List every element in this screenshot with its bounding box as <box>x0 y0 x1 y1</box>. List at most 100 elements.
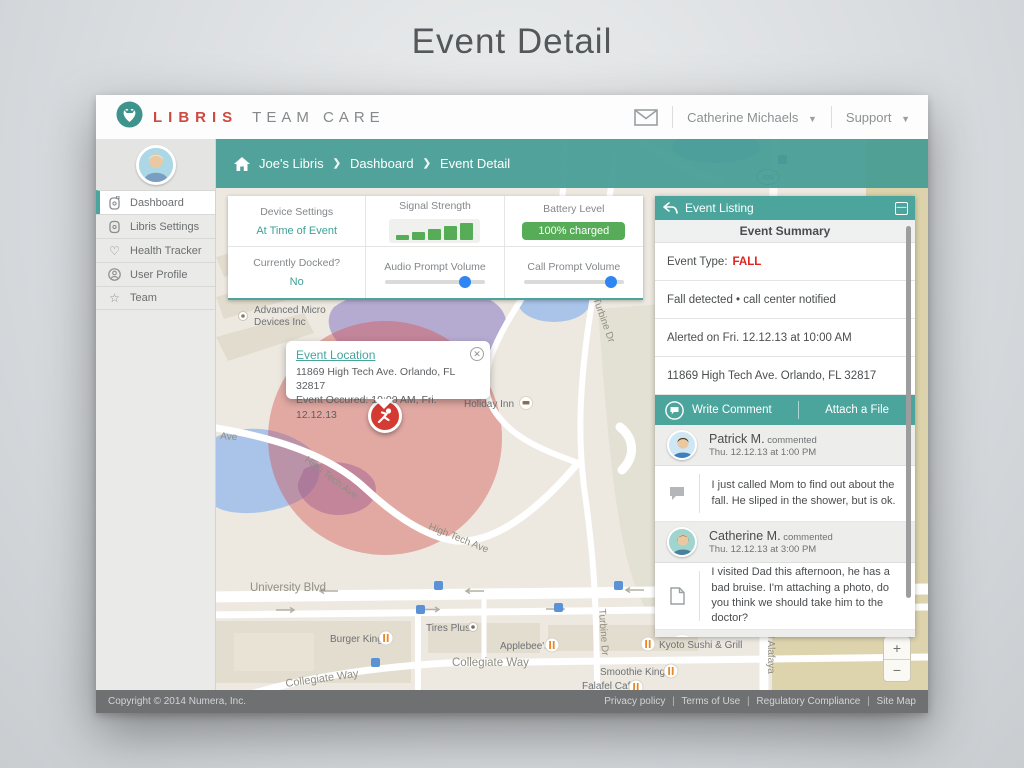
call-volume-slider[interactable] <box>523 276 624 288</box>
avatar[interactable] <box>667 527 697 557</box>
sidebar-item-label: User Profile <box>130 268 188 281</box>
support-menu[interactable]: Support ▼ <box>846 110 910 125</box>
user-avatar-block <box>96 139 215 190</box>
footer: Copyright © 2014 Numera, Inc. Privacy po… <box>96 690 928 713</box>
sidebar-item-dashboard[interactable]: Dashboard <box>96 190 215 214</box>
street-label: N Alafaya <box>765 631 776 674</box>
footer-link-terms[interactable]: Terms of Use <box>681 696 740 707</box>
app-logo[interactable]: LIBRIS TEAM CARE <box>116 101 385 133</box>
comment-time: Thu. 12.12.13 at 3:00 PM <box>709 544 817 555</box>
footer-links: Privacy policy | Terms of Use | Regulato… <box>604 696 916 707</box>
device-settings-value[interactable]: At Time of Event <box>256 225 337 237</box>
write-comment-label: Write Comment <box>692 404 772 416</box>
event-listing-panel: Event Listing — Event Summary Event Type… <box>655 196 915 637</box>
audio-volume-cell: Audio Prompt Volume <box>366 247 505 298</box>
battery-level-badge: 100% charged <box>522 221 626 240</box>
poi-label: Devices Inc <box>254 317 306 328</box>
event-address: 11869 High Tech Ave. Orlando, FL 32817 <box>296 366 455 393</box>
footer-link-privacy[interactable]: Privacy policy <box>604 696 665 707</box>
user-menu[interactable]: Catherine Michaels ▼ <box>687 110 817 125</box>
chevron-down-icon: ▼ <box>901 113 910 124</box>
brand-name: LIBRIS <box>153 108 239 126</box>
back-arrow-icon[interactable] <box>662 201 678 215</box>
device-settings-cell: Device Settings At Time of Event <box>228 196 367 247</box>
slider-knob[interactable] <box>604 276 617 288</box>
comment-bubble-icon <box>665 400 684 420</box>
event-type-value: FALL <box>732 255 762 268</box>
comment-meta: Catherine M. commented Thu. 12.12.13 at … <box>709 528 833 557</box>
breadcrumb-item-event-detail[interactable]: Event Detail <box>440 156 510 171</box>
divider <box>830 106 832 128</box>
signal-strength-bars <box>389 218 481 243</box>
comment-author[interactable]: Catherine M. <box>709 529 781 543</box>
event-summary-title: Event Summary <box>655 220 915 243</box>
footer-link-regulatory[interactable]: Regulatory Compliance <box>756 696 860 707</box>
comment-type-icon <box>655 486 699 502</box>
map-area: 434 Ave High Tech Ave High Tech Ave Univ… <box>216 139 928 690</box>
event-location-link[interactable]: Event Location <box>296 348 480 362</box>
sidebar-item-label: Health Tracker <box>130 244 202 257</box>
event-detail-row: Alerted on Fri. 12.12.13 at 10:00 AM <box>655 319 915 357</box>
breadcrumb-item-dashboard[interactable]: Dashboard <box>350 156 414 171</box>
audio-volume-label: Audio Prompt Volume <box>384 261 486 273</box>
copyright-text: Copyright © 2014 Numera, Inc. <box>108 696 246 707</box>
avatar[interactable] <box>667 635 697 637</box>
sidebar-item-libris-settings[interactable]: Libris Settings <box>96 214 215 238</box>
separator: | <box>672 696 675 707</box>
sidebar-item-team[interactable]: ☆ Team <box>96 286 215 310</box>
audio-volume-slider[interactable] <box>384 276 485 288</box>
comment-toolbar: Write Comment Attach a File <box>655 395 915 425</box>
avatar[interactable] <box>667 430 697 460</box>
scrollbar[interactable] <box>906 226 911 598</box>
comment-item: I just called Mom to find out about the … <box>655 466 915 522</box>
commented-suffix: commented <box>767 434 817 446</box>
home-icon[interactable] <box>234 156 250 171</box>
support-menu-label: Support <box>845 109 892 125</box>
event-type-row: Event Type: FALL <box>655 243 915 281</box>
poi-label: Smoothie King <box>600 667 665 678</box>
comment-author[interactable]: Patrick M. <box>709 432 765 446</box>
event-listing-title: Event Listing <box>685 201 754 215</box>
street-label: Collegiate Way <box>452 657 529 669</box>
zoom-out-button[interactable]: − <box>884 660 910 682</box>
sidebar-item-label: Libris Settings <box>130 220 200 233</box>
brand-suffix: TEAM CARE <box>252 108 385 126</box>
separator: | <box>867 696 870 707</box>
separator: | <box>747 696 750 707</box>
poi-label: Advanced Micro <box>254 305 326 316</box>
breadcrumb-item-joes-libris[interactable]: Joe's Libris <box>259 156 324 171</box>
zoom-in-button[interactable]: + <box>884 637 910 660</box>
event-detail-row: 11869 High Tech Ave. Orlando, FL 32817 <box>655 357 915 395</box>
libris-logo-icon <box>116 101 143 133</box>
slider-knob[interactable] <box>458 276 471 288</box>
comment-text: I just called Mom to find out about the … <box>711 479 896 507</box>
avatar[interactable] <box>135 144 176 185</box>
page-title: Event Detail <box>411 22 613 61</box>
street-label: Ave <box>220 431 238 443</box>
map-zoom-control: + − <box>883 636 911 682</box>
comment-meta: Patrick M. commented Thu. 12.12.13 at 1:… <box>709 431 817 460</box>
street-label: University Blvd <box>250 582 326 594</box>
breadcrumb-chevron-icon: ❯ <box>422 158 432 169</box>
sidebar-item-label: Team <box>130 292 157 304</box>
device-settings-label: Device Settings <box>260 205 334 218</box>
collapse-panel-button[interactable]: — <box>895 201 908 215</box>
device-icon <box>108 195 121 210</box>
chevron-down-icon: ▼ <box>807 113 817 124</box>
breadcrumb: Joe's Libris ❯ Dashboard ❯ Event Detail <box>216 139 928 188</box>
currently-docked-cell: Currently Docked? No <box>228 247 367 298</box>
sidebar-item-user-profile[interactable]: User Profile <box>96 262 215 286</box>
comment-text: I visited Dad this afternoon, he has a b… <box>711 566 890 625</box>
footer-link-sitemap[interactable]: Site Map <box>877 696 916 707</box>
comment-header: Patrick M. commented Thu. 12.12.13 at 1:… <box>655 425 915 466</box>
breadcrumb-chevron-icon: ❯ <box>332 158 342 169</box>
comment-time: Thu. 12.12.13 at 1:00 PM <box>709 447 817 458</box>
mail-icon[interactable] <box>634 108 658 126</box>
event-detail-row: Fall detected • call center notified <box>655 281 915 319</box>
signal-strength-label: Signal Strength <box>399 199 471 212</box>
close-icon[interactable]: ✕ <box>470 347 484 361</box>
currently-docked-label: Currently Docked? <box>253 257 341 269</box>
attach-file-button[interactable]: Attach a File <box>799 404 915 416</box>
sidebar-item-health-tracker[interactable]: ♡ Health Tracker <box>96 238 215 262</box>
write-comment-button[interactable]: Write Comment <box>655 400 798 420</box>
